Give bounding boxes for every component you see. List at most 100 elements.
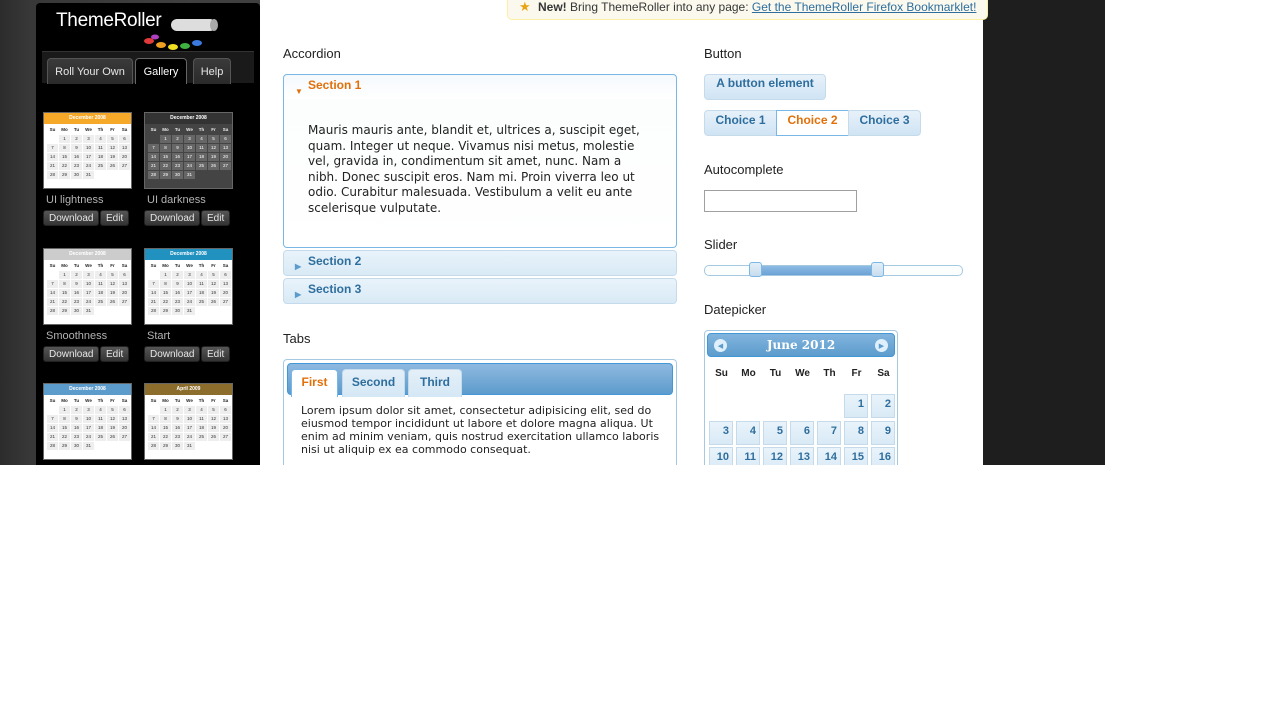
theme-card[interactable]: December 2008 Su Mo Tu We Th Fr Sa 1 2 3 4 5 6 7 8 9 10 11…	[43, 383, 135, 460]
page-viewport: ThemeRoller Roll Your Own Gallery Help D…	[0, 0, 1280, 465]
theme-preview-month: December 2008	[44, 384, 131, 395]
download-button[interactable]: Download	[43, 346, 100, 362]
theme-card[interactable]: April 2009 Su Mo Tu We Th Fr Sa 1 2 3 4 5 6 7 8 9 10 11 12 1…	[144, 383, 236, 460]
triangle-right-icon: ▶	[295, 290, 302, 299]
theme-card[interactable]: December 2008 Su Mo Tu We Th Fr Sa 1 2 3 4 5 6 7 8 9 10 11…	[43, 248, 135, 362]
tabs-title: Tabs	[283, 331, 311, 346]
theme-name: UI lightness	[46, 194, 104, 206]
next-month-icon[interactable]: ▶	[875, 339, 888, 352]
download-button[interactable]: Download	[144, 346, 201, 362]
download-button[interactable]: Download	[43, 210, 100, 226]
accordion-section-2-label: Section 2	[308, 254, 362, 268]
calendar-day[interactable]: 3	[709, 421, 733, 445]
datepicker-title: Datepicker	[704, 302, 767, 317]
theme-card[interactable]: December 2008 Su Mo Tu We Th Fr Sa 1 2 3 4 5 6 7 8 9 10 11…	[43, 112, 135, 226]
edit-button[interactable]: Edit	[201, 210, 231, 226]
tab-second[interactable]: Second	[342, 369, 405, 397]
day-of-week-label: We	[795, 368, 810, 379]
right-blank	[1105, 0, 1280, 465]
theme-preview-month: December 2008	[44, 249, 131, 260]
edit-button[interactable]: Edit	[201, 346, 231, 362]
edit-button[interactable]: Edit	[100, 210, 130, 226]
tab-third[interactable]: Third	[408, 369, 462, 397]
autocomplete-input[interactable]	[704, 190, 857, 212]
theme-card[interactable]: December 2008 Su Mo Tu We Th Fr Sa 1 2 3 4 5 6 7 8 9 10 11…	[144, 248, 236, 362]
right-gutter	[983, 0, 1105, 465]
bookmarklet-link[interactable]: Get the ThemeRoller Firefox Bookmarklet!	[752, 0, 977, 14]
edit-button[interactable]: Edit	[100, 346, 130, 362]
theme-preview[interactable]: December 2008 Su Mo Tu We Th Fr Sa 1 2 3 4 5 6 7 8 9 10 11…	[43, 383, 132, 460]
tab-gallery[interactable]: Gallery	[135, 58, 187, 84]
prev-month-icon[interactable]: ◀	[714, 339, 727, 352]
sidebar: ThemeRoller Roll Your Own Gallery Help D…	[36, 3, 260, 465]
calendar-day[interactable]: 9	[871, 421, 895, 445]
theme-preview-grid: Su Mo Tu We Th Fr Sa 1 2 3 4 5 6 7 8 9 10 11 12 13 14 15 16 17 1…	[148, 262, 231, 315]
theme-preview[interactable]: December 2008 Su Mo Tu We Th Fr Sa 1 2 3 4 5 6 7 8 9 10 11…	[144, 112, 233, 189]
datepicker: ◀ June 2012 ▶ Su Mo Tu We Th Fr Sa 1 2 3 4 5 6 7 8 9 10 1…	[704, 330, 898, 465]
tab-first[interactable]: First	[291, 369, 338, 397]
calendar-day[interactable]: 15	[844, 447, 868, 465]
theme-preview-grid: Su Mo Tu We Th Fr Sa 1 2 3 4 5 6 7 8 9 10 11 12 13 14 15 16 17 1…	[148, 126, 231, 179]
theme-preview-grid: Su Mo Tu We Th Fr Sa 1 2 3 4 5 6 7 8 9 10 11 12 13 14 15 16 17 1…	[47, 397, 130, 450]
notice-text: Bring ThemeRoller into any page:	[570, 0, 749, 14]
theme-preview-grid: Su Mo Tu We Th Fr Sa 1 2 3 4 5 6 7 8 9 10 11 12 13 14 15 16 17 1…	[148, 397, 231, 450]
tab-help[interactable]: Help	[193, 58, 231, 84]
tabs-nav: First Second Third	[287, 363, 673, 397]
theme-preview-grid: Su Mo Tu We Th Fr Sa 1 2 3 4 5 6 7 8 9 10 11 12 13 14 15 16 17 1…	[47, 262, 130, 315]
button-title: Button	[704, 46, 742, 61]
choice-3-button[interactable]: Choice 3	[848, 110, 921, 136]
theme-card[interactable]: December 2008 Su Mo Tu We Th Fr Sa 1 2 3 4 5 6 7 8 9 10 11…	[144, 112, 236, 226]
slider-range	[756, 266, 878, 275]
theme-preview-month: December 2008	[44, 113, 131, 124]
day-of-week-label: Mo	[741, 368, 756, 379]
calendar-day[interactable]: 7	[817, 421, 841, 445]
calendar-day[interactable]: 4	[736, 421, 760, 445]
calendar-day[interactable]: 10	[709, 447, 733, 465]
calendar-day[interactable]: 1	[844, 394, 868, 418]
bookmarklet-notice: ★ New! Bring ThemeRoller into any page: …	[507, 0, 988, 20]
day-of-week-label: Su	[715, 368, 728, 379]
calendar-day[interactable]: 2	[871, 394, 895, 418]
tab-panel: Lorem ipsum dolor sit amet, consectetur …	[301, 404, 660, 456]
theme-name: UI darkness	[147, 194, 206, 206]
paint-roller-icon	[144, 19, 218, 50]
day-of-week-label: Fr	[851, 368, 862, 379]
tab-roll-your-own[interactable]: Roll Your Own	[47, 58, 133, 84]
theme-preview[interactable]: December 2008 Su Mo Tu We Th Fr Sa 1 2 3 4 5 6 7 8 9 10 11…	[43, 248, 132, 325]
choice-2-button[interactable]: Choice 2	[776, 110, 849, 136]
slider-handle-end[interactable]	[870, 262, 884, 277]
sidebar-tabs: Roll Your Own Gallery Help	[42, 51, 254, 84]
theme-name: Smoothness	[46, 330, 108, 342]
theme-preview[interactable]: April 2009 Su Mo Tu We Th Fr Sa 1 2 3 4 5 6 7 8 9 10 11 12 1…	[144, 383, 233, 460]
calendar-day[interactable]: 12	[763, 447, 787, 465]
accordion-panel: Mauris mauris ante, blandit et, ultrices…	[283, 99, 677, 248]
slider-title: Slider	[704, 237, 738, 252]
accordion-section-2[interactable]: ▶ Section 2	[283, 250, 677, 276]
calendar-day[interactable]: 14	[817, 447, 841, 465]
calendar-day[interactable]: 6	[790, 421, 814, 445]
calendar-day[interactable]: 8	[844, 421, 868, 445]
download-button[interactable]: Download	[144, 210, 201, 226]
calendar-day[interactable]: 16	[871, 447, 895, 465]
theme-preview-month: April 2009	[145, 384, 232, 395]
datepicker-month: June 2012	[766, 338, 836, 352]
accordion-section-1[interactable]: ▼ Section 1	[283, 74, 677, 99]
calendar-day[interactable]: 11	[736, 447, 760, 465]
day-of-week-label: Tu	[769, 368, 782, 379]
calendar-day[interactable]: 5	[763, 421, 787, 445]
theme-name: Start	[147, 330, 171, 342]
accordion-section-3[interactable]: ▶ Section 3	[283, 278, 677, 304]
accordion-section-3-label: Section 3	[308, 282, 362, 296]
triangle-right-icon: ▶	[295, 262, 302, 271]
notice-new-label: New!	[538, 0, 567, 14]
theme-preview[interactable]: December 2008 Su Mo Tu We Th Fr Sa 1 2 3 4 5 6 7 8 9 10 11…	[43, 112, 132, 189]
button-element[interactable]: A button element	[704, 74, 826, 100]
theme-preview-grid: Su Mo Tu We Th Fr Sa 1 2 3 4 5 6 7 8 9 10 11 12 13 14 15 16 17 1…	[47, 126, 130, 179]
slider-track[interactable]	[704, 265, 963, 276]
tabs-widget: First Second Third Lorem ipsum dolor sit…	[283, 359, 677, 465]
choice-1-button[interactable]: Choice 1	[704, 110, 777, 136]
calendar-day[interactable]: 13	[790, 447, 814, 465]
slider-handle-start[interactable]	[748, 262, 762, 277]
theme-preview[interactable]: December 2008 Su Mo Tu We Th Fr Sa 1 2 3 4 5 6 7 8 9 10 11…	[144, 248, 233, 325]
accordion-section-1-label: Section 1	[308, 78, 362, 92]
